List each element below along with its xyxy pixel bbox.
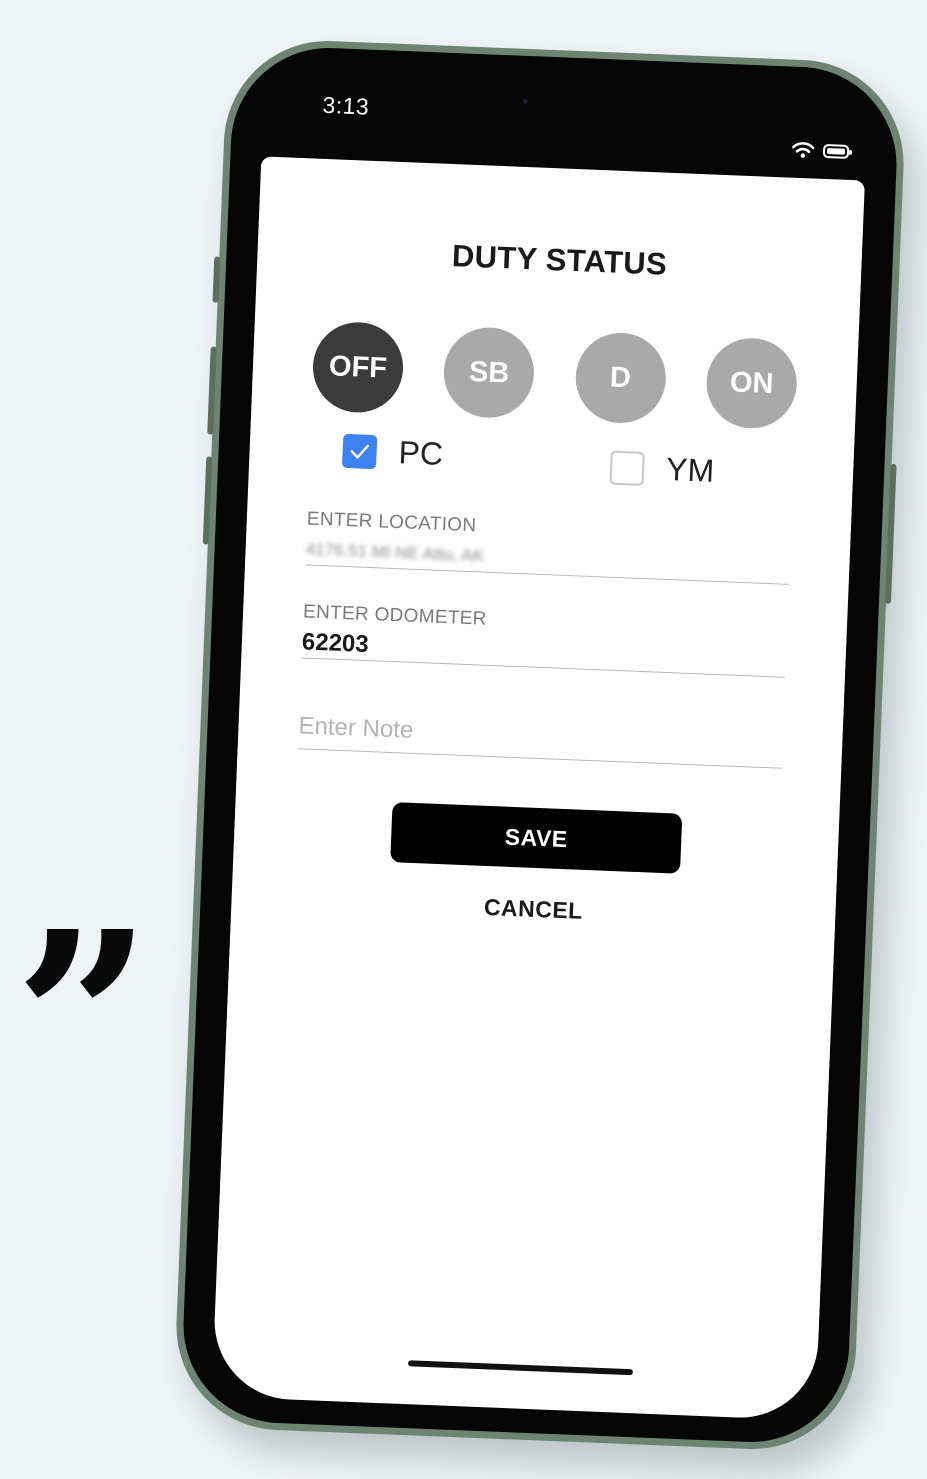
status-d-button[interactable]: D — [573, 331, 668, 425]
phone-mockup: 3:13 DUTY STATUS OFF SB D ON PC YM ENTER… — [172, 36, 908, 1454]
wifi-icon — [791, 142, 815, 158]
status-on-button[interactable]: ON — [704, 336, 799, 430]
checkmark-icon — [350, 444, 370, 459]
page-title: DUTY STATUS — [451, 238, 668, 282]
status-bar-icons — [791, 142, 850, 160]
cancel-button[interactable]: CANCEL — [231, 884, 836, 935]
phone-bezel: 3:13 DUTY STATUS OFF SB D ON PC YM ENTER… — [179, 44, 901, 1446]
status-bar-time: 3:13 — [321, 91, 370, 120]
battery-icon — [822, 143, 850, 159]
battery-level — [826, 148, 846, 155]
save-button[interactable]: SAVE — [390, 802, 683, 874]
status-sb-button[interactable]: SB — [442, 325, 536, 420]
pc-checkbox[interactable]: PC — [341, 432, 444, 473]
note-input[interactable] — [297, 712, 783, 768]
duty-status-selector: OFF SB D ON — [311, 320, 799, 430]
ym-checkbox-label: YM — [665, 450, 715, 489]
front-camera — [522, 98, 528, 104]
note-field[interactable] — [297, 712, 783, 769]
home-indicator[interactable] — [407, 1360, 634, 1376]
special-status-options: PC YM — [341, 432, 794, 489]
ym-checkbox-box[interactable] — [609, 450, 645, 486]
status-off-button[interactable]: OFF — [311, 320, 405, 415]
app-screen: DUTY STATUS OFF SB D ON PC YM ENTER LOCA… — [211, 156, 865, 1421]
location-field[interactable]: ENTER LOCATION 4176.51 MI NE Attu, AK — [305, 508, 791, 585]
ym-checkbox[interactable]: YM — [609, 449, 715, 490]
odometer-field[interactable]: ENTER ODOMETER 62203 — [301, 601, 788, 678]
pc-checkbox-box[interactable] — [341, 433, 378, 469]
closing-quote-mark: ” — [14, 879, 152, 1161]
pc-checkbox-label: PC — [397, 434, 444, 472]
